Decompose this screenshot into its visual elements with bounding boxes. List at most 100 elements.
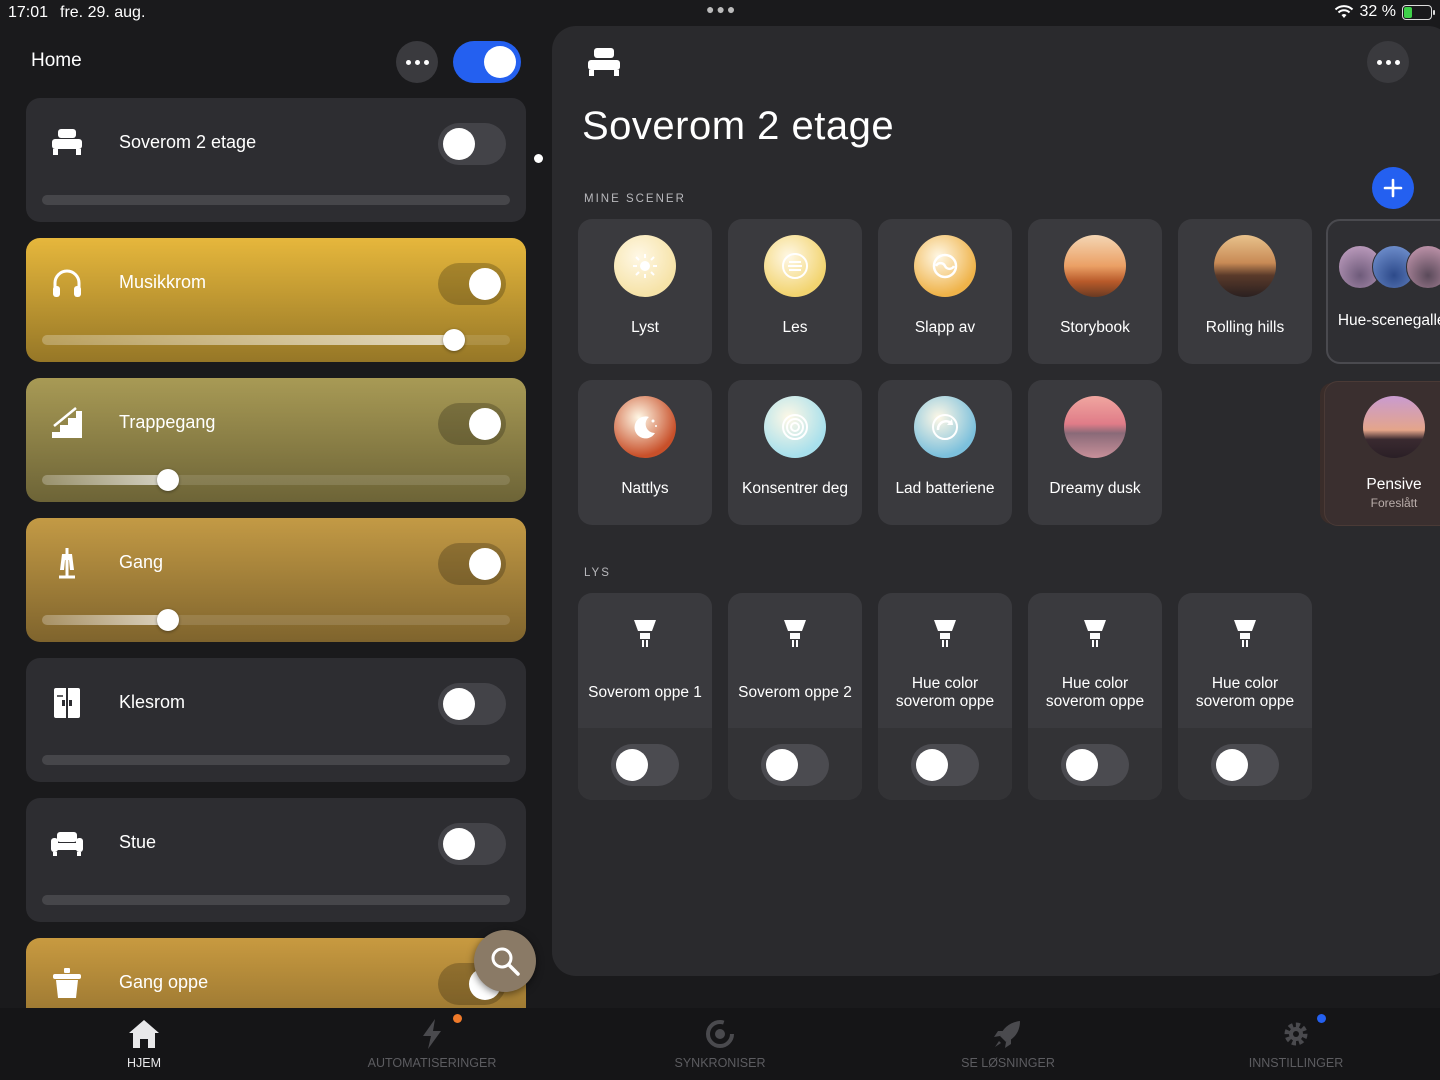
tab-innstillinger[interactable]: INNSTILLINGER [1152, 1008, 1440, 1080]
slider-thumb[interactable] [157, 469, 180, 491]
tab-label: AUTOMATISERINGER [367, 1056, 497, 1070]
wifi-icon [1334, 5, 1353, 18]
brightness-slider[interactable] [42, 195, 510, 205]
brightness-slider[interactable] [42, 329, 510, 351]
light-toggle[interactable] [1061, 744, 1129, 786]
scene-tile[interactable]: Dreamy dusk [1028, 380, 1162, 525]
room-name: Gang [119, 552, 164, 572]
scene-name: Lyst [631, 319, 659, 336]
light-tile[interactable]: Soverom oppe 1 [578, 593, 712, 800]
room-card[interactable]: Soverom 2 etage [26, 98, 526, 222]
plus-icon [1383, 178, 1403, 198]
spot-bulb-icon [1234, 620, 1256, 647]
brightness-slider[interactable] [42, 609, 510, 631]
tab-bar: HJEM AUTOMATISERINGER SYNKRONISER SE LØS… [0, 1008, 1440, 1080]
light-tile[interactable]: Soverom oppe 2 [728, 593, 862, 800]
search-button[interactable] [474, 930, 536, 992]
suggested-scene-name: Pensive [1366, 476, 1422, 493]
battery-percent: 32 % [1359, 3, 1396, 20]
headphones-icon [53, 269, 81, 297]
read-icon [764, 235, 826, 297]
tab-automatiseringer[interactable]: AUTOMATISERINGER [288, 1008, 576, 1080]
light-tile[interactable]: Hue color soverom oppe [1028, 593, 1162, 800]
tab-se-løsninger[interactable]: SE LØSNINGER [864, 1008, 1152, 1080]
scenes-section-label: MINE SCENER [584, 193, 686, 205]
pensive-image [1363, 396, 1425, 458]
room-toggle[interactable] [438, 123, 506, 165]
spot-bulb-icon [634, 620, 656, 647]
notification-badge [453, 1014, 462, 1023]
brightness-slider[interactable] [42, 469, 510, 491]
room-card[interactable]: Trappegang [26, 378, 526, 502]
status-time: 17:01 [8, 4, 49, 21]
stairs-icon [52, 407, 82, 438]
scene-name: Dreamy dusk [1049, 480, 1141, 497]
slider-thumb[interactable] [157, 609, 180, 631]
tab-synkroniser[interactable]: SYNKRONISER [576, 1008, 864, 1080]
light-name: Hue color soverom oppe [1195, 675, 1295, 710]
room-card[interactable]: Gang [26, 518, 526, 642]
scene-tile[interactable]: Konsentrer deg [728, 380, 862, 525]
light-toggle[interactable] [911, 744, 979, 786]
settings-icon [1284, 1022, 1308, 1046]
moon-icon [614, 396, 676, 458]
suggested-scene-tile[interactable]: Pensive Foreslått [1324, 381, 1440, 526]
room-card[interactable]: Gang oppe [26, 938, 526, 1008]
coat-rack-icon [59, 548, 75, 579]
scene-tile[interactable]: Rolling hills [1178, 219, 1312, 364]
home-title: Home [31, 50, 82, 71]
battery-icon [1402, 4, 1435, 20]
room-name: Soverom 2 etage [119, 132, 257, 152]
spot-bulb-icon [784, 620, 806, 647]
tab-label: INNSTILLINGER [1248, 1056, 1344, 1070]
add-scene-button[interactable] [1372, 167, 1414, 209]
light-tile[interactable]: Hue color soverom oppe [878, 593, 1012, 800]
light-toggle[interactable] [761, 744, 829, 786]
scene-tile[interactable]: Les [728, 219, 862, 364]
notification-badge [1317, 1014, 1326, 1023]
scene-tile[interactable]: Storybook [1028, 219, 1162, 364]
slider-thumb[interactable] [442, 329, 465, 351]
room-list[interactable]: Soverom 2 etage Musikkrom Trappegang Gan… [26, 98, 526, 1008]
spot-bulb-icon [934, 620, 956, 647]
room-more-button[interactable] [1367, 41, 1409, 83]
scene-tile[interactable]: Lad batteriene [878, 380, 1012, 525]
lights-section-label: LYS [584, 567, 611, 579]
spot-bulb-icon [1084, 620, 1106, 647]
brightness-slider[interactable] [42, 755, 510, 765]
brightness-slider[interactable] [42, 895, 510, 905]
light-toggle[interactable] [1211, 744, 1279, 786]
light-name: Soverom oppe 1 [588, 684, 702, 701]
bed-icon [588, 48, 620, 76]
home-more-button[interactable] [396, 41, 438, 83]
dreamy-dusk-image [1064, 396, 1126, 458]
tab-hjem[interactable]: HJEM [0, 1008, 288, 1080]
room-name: Trappegang [119, 412, 216, 432]
light-tile[interactable]: Hue color soverom oppe [1178, 593, 1312, 800]
room-name: Stue [119, 832, 157, 852]
scene-tile[interactable]: Lyst [578, 219, 712, 364]
light-name: Soverom oppe 2 [738, 684, 852, 701]
scene-name: Nattlys [621, 480, 669, 497]
lamp-icon [53, 968, 81, 998]
scene-tile[interactable]: Nattlys [578, 380, 712, 525]
sun-icon [614, 235, 676, 297]
scene-gallery-tile[interactable]: Hue-scenegalleri [1326, 219, 1440, 364]
scene-name: Lad batteriene [895, 480, 995, 497]
home-master-toggle[interactable] [453, 41, 521, 83]
room-card[interactable]: Klesrom [26, 658, 526, 782]
room-toggle[interactable] [438, 683, 506, 725]
room-card[interactable]: Stue [26, 798, 526, 922]
room-detail-panel: Soverom 2 etage MINE SCENER Lyst Les Sla… [552, 26, 1440, 976]
room-toggle[interactable] [438, 403, 506, 445]
light-toggle[interactable] [611, 744, 679, 786]
sync-icon [706, 1020, 734, 1048]
multitask-dots-icon[interactable]: ●●● [706, 1, 737, 17]
tab-label: HJEM [126, 1056, 162, 1070]
room-toggle[interactable] [438, 543, 506, 585]
room-toggle[interactable] [438, 263, 506, 305]
room-card[interactable]: Musikkrom [26, 238, 526, 362]
room-toggle[interactable] [438, 823, 506, 865]
scene-tile[interactable]: Slapp av [878, 219, 1012, 364]
recharge-icon [914, 396, 976, 458]
